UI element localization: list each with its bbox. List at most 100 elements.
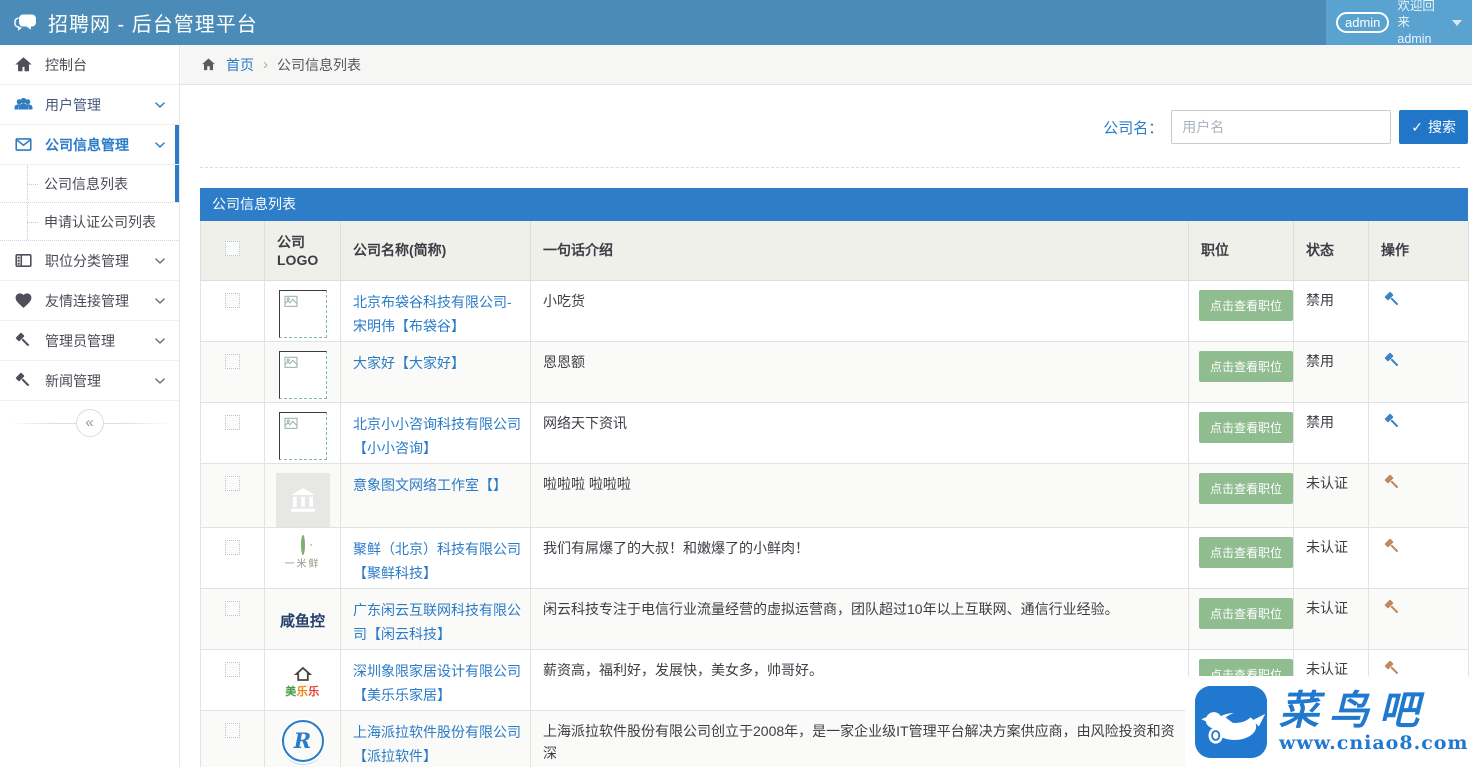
view-jobs-button[interactable]: 点击查看职位 (1199, 412, 1293, 443)
gavel-action-icon[interactable] (1383, 351, 1402, 370)
gavel-action-icon[interactable] (1383, 659, 1402, 678)
company-name-link[interactable]: 聚鲜（北京）科技有限公司【聚鲜科技】 (353, 541, 521, 582)
sidebar-item-label: 友情连接管理 (45, 291, 141, 311)
gavel-action-icon[interactable] (1383, 598, 1402, 617)
sidebar-item-label: 用户管理 (45, 95, 141, 115)
company-name-link[interactable]: 深圳象限家居设计有限公司【美乐乐家居】 (353, 663, 521, 704)
sidebar-item-console[interactable]: 控制台 (0, 45, 179, 85)
search-button-label: 搜索 (1428, 117, 1456, 137)
logo-char: 乐 (308, 686, 320, 698)
sidebar-item-user-management[interactable]: 用户管理 (0, 85, 179, 125)
company-intro: 薪资高，福利好，发展快，美女多，帅哥好。 (543, 662, 823, 678)
company-name-link[interactable]: 上海派拉软件股份有限公司【派拉软件】 (353, 724, 521, 765)
user-menu[interactable]: admin 欢迎回来 admin (1326, 0, 1472, 45)
row-checkbox[interactable] (225, 354, 240, 369)
company-logo-text: 咸鱼控 (280, 598, 325, 631)
company-name-link[interactable]: 北京布袋谷科技有限公司-宋明伟【布袋谷】 (353, 294, 512, 335)
chat-bubble-icon (14, 11, 38, 35)
gavel-action-icon[interactable] (1383, 473, 1402, 492)
logo-caption: 一米鲜 (285, 555, 321, 570)
broken-image-icon (283, 355, 299, 371)
row-checkbox[interactable] (225, 601, 240, 616)
column-header-action: 操作 (1369, 221, 1469, 280)
app-header: 招聘网 - 后台管理平台 admin 欢迎回来 admin (0, 0, 1472, 45)
select-all-checkbox[interactable] (225, 241, 240, 256)
table-row: 大家好【大家好】 恩恩额 点击查看职位 禁用 (201, 341, 1469, 402)
company-name-link[interactable]: 意象图文网络工作室【】 (353, 477, 507, 493)
green-circle-logo (301, 535, 305, 555)
logo-char: 乐 (297, 686, 309, 698)
sidebar-subitem-company-list[interactable]: 公司信息列表 (0, 165, 179, 203)
welcome-text: 欢迎回来 admin (1397, 0, 1442, 47)
column-header-intro: 一句话介绍 (531, 221, 1189, 280)
status-text: 未认证 (1306, 475, 1348, 491)
welcome-line: 欢迎回来 (1397, 0, 1435, 29)
gavel-icon (14, 331, 33, 350)
view-jobs-button[interactable]: 点击查看职位 (1199, 351, 1293, 382)
column-header-name: 公司名称(简称) (341, 221, 531, 280)
company-intro: 小吃货 (543, 293, 585, 309)
company-logo-meilele: 美乐乐 (275, 659, 331, 699)
chevron-down-icon (153, 98, 167, 112)
company-logo-bank (276, 473, 330, 527)
sidebar-item-company-info-management[interactable]: 公司信息管理 (0, 125, 179, 165)
sidebar-collapse-row: « (0, 405, 179, 441)
sidebar-item-friend-links-management[interactable]: 友情连接管理 (0, 281, 179, 321)
company-name-input[interactable] (1171, 110, 1391, 144)
gavel-action-icon[interactable] (1383, 412, 1402, 431)
row-checkbox[interactable] (225, 540, 240, 555)
company-logo-broken (279, 351, 327, 399)
column-header-logo: 公司 LOGO (265, 221, 341, 280)
view-jobs-button[interactable]: 点击查看职位 (1199, 290, 1293, 321)
row-checkbox[interactable] (225, 662, 240, 677)
sidebar-subitem-label: 公司信息列表 (44, 174, 128, 194)
view-jobs-button[interactable]: 点击查看职位 (1199, 537, 1293, 568)
panel-title: 公司信息列表 (200, 188, 1468, 221)
status-text: 禁用 (1306, 353, 1334, 369)
chevron-down-icon (153, 254, 167, 268)
section-divider (200, 167, 1460, 168)
users-icon (14, 95, 33, 114)
search-form: 公司名： ✓ 搜索 (1103, 110, 1468, 144)
chevron-down-icon (153, 138, 167, 152)
sidebar-collapse-button[interactable]: « (76, 409, 104, 437)
view-jobs-button[interactable]: 点击查看职位 (1199, 473, 1293, 504)
company-intro: 上海派拉软件股份有限公司创立于2008年，是一家企业级IT管理平台解决方案供应商… (543, 723, 1175, 761)
company-name-link[interactable]: 大家好【大家好】 (353, 355, 465, 371)
row-checkbox[interactable] (225, 293, 240, 308)
company-intro: 啦啦啦 啦啦啦 (543, 476, 631, 492)
row-checkbox[interactable] (225, 415, 240, 430)
row-checkbox[interactable] (225, 723, 240, 738)
column-header-job: 职位 (1189, 221, 1294, 280)
app-title: 招聘网 - 后台管理平台 (48, 8, 258, 37)
chevron-down-icon[interactable] (1452, 20, 1462, 26)
sidebar-item-admin-management[interactable]: 管理员管理 (0, 321, 179, 361)
breadcrumb-home-link[interactable]: 首页 (226, 55, 254, 75)
sidebar-item-job-category-management[interactable]: 职位分类管理 (0, 241, 179, 281)
sidebar-subitem-certification-list[interactable]: 申请认证公司列表 (0, 203, 179, 241)
envelope-icon (14, 135, 33, 154)
site-watermark: 菜鸟吧 www.cniao8.com (1185, 676, 1472, 767)
company-name-link[interactable]: 广东闲云互联网科技有限公司【闲云科技】 (353, 602, 521, 643)
gavel-action-icon[interactable] (1383, 537, 1402, 556)
row-checkbox[interactable] (225, 476, 240, 491)
sidebar-item-news-management[interactable]: 新闻管理 (0, 361, 179, 401)
view-jobs-button[interactable]: 点击查看职位 (1199, 598, 1293, 629)
company-name-link[interactable]: 北京小小咨询科技有限公司【小小咨询】 (353, 416, 521, 457)
company-intro: 网络天下资讯 (543, 415, 627, 431)
bank-icon (288, 485, 318, 515)
sidebar-subitem-label: 申请认证公司列表 (44, 212, 156, 232)
company-logo-yimixian: 一米鲜 (285, 537, 321, 570)
chevron-down-icon (153, 294, 167, 308)
main-content: 公司名： ✓ 搜索 公司信息列表 公司 LOGO 公司名称(简称) 一句话介绍 … (180, 85, 1472, 767)
search-button[interactable]: ✓ 搜索 (1399, 110, 1468, 144)
avatar[interactable]: admin (1336, 12, 1389, 33)
company-intro: 我们有屌爆了的大叔！和嫩爆了的小鲜肉！ (543, 540, 809, 556)
sidebar-item-label: 公司信息管理 (45, 135, 141, 155)
home-icon (14, 55, 33, 74)
gavel-action-icon[interactable] (1383, 290, 1402, 309)
company-logo-paraa: R (282, 720, 324, 762)
table-row: 北京布袋谷科技有限公司-宋明伟【布袋谷】 小吃货 点击查看职位 禁用 (201, 280, 1469, 341)
chevron-down-icon (153, 374, 167, 388)
app-brand: 招聘网 - 后台管理平台 (0, 8, 258, 37)
